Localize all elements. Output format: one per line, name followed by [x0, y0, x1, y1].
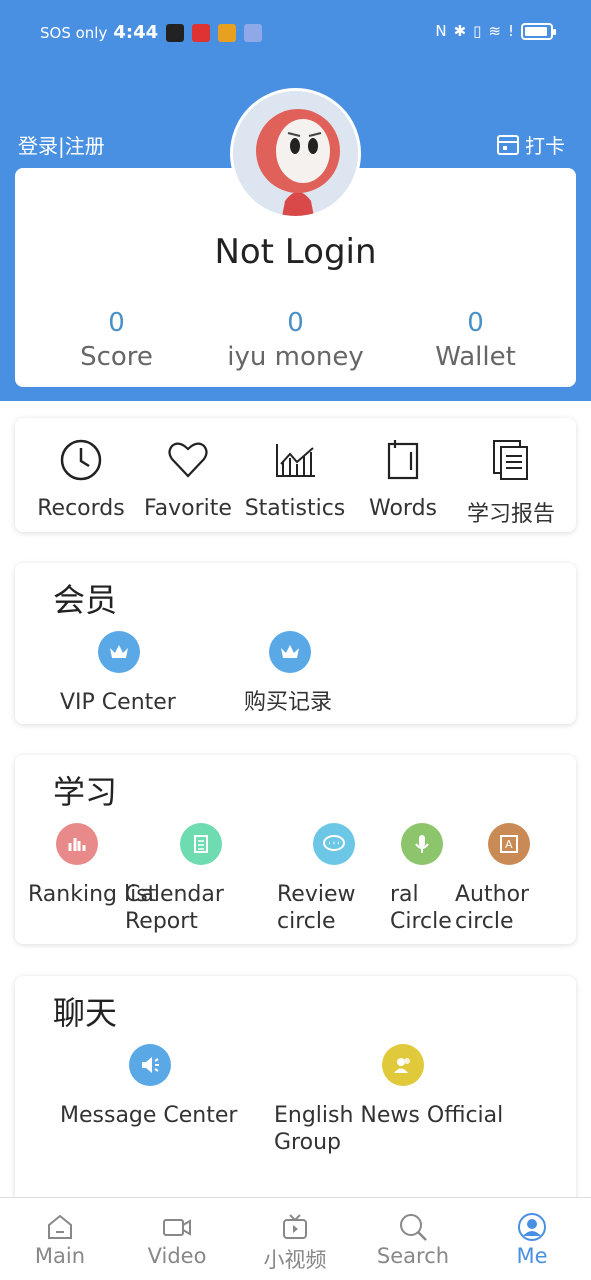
notification-icon: [218, 23, 237, 42]
notification-icon: [192, 23, 211, 42]
tab-short-video[interactable]: 小视频: [236, 1212, 354, 1274]
vibrate-icon: ▯: [473, 22, 482, 40]
quick-actions-card: Records Favorite Statistics Words 学习报告: [15, 418, 576, 532]
report-icon: [493, 440, 528, 480]
bar-chart-icon[interactable]: [56, 823, 98, 865]
microphone-icon[interactable]: [401, 823, 443, 865]
study-report-button[interactable]: 学习报告: [455, 438, 567, 528]
section-title: 学习: [53, 773, 118, 811]
video-icon: [163, 1219, 191, 1236]
stat-iyu-money[interactable]: 0 iyu money: [202, 308, 389, 372]
checkin-label: 打卡: [525, 134, 565, 158]
tv-icon: [283, 1214, 307, 1239]
status-bar: SOS only 4:44 N ✱ ▯ ≋ !: [0, 0, 591, 66]
mascot-avatar-icon: [233, 91, 358, 216]
tab-label: Video: [147, 1244, 207, 1268]
oral-circle-link[interactable]: ral Circle: [390, 881, 455, 935]
stat-label: Wallet: [435, 342, 516, 372]
tab-label: Main: [34, 1244, 86, 1268]
avatar[interactable]: [230, 88, 361, 219]
stat-value: 0: [467, 308, 484, 338]
notification-icon: [166, 23, 185, 42]
bluetooth-icon: ✱: [453, 22, 467, 40]
clock: 4:44: [113, 22, 159, 43]
status-left: SOS only 4:44: [40, 22, 263, 43]
notebook-icon: [387, 440, 419, 480]
username[interactable]: Not Login: [15, 232, 576, 272]
search-icon: [400, 1214, 427, 1241]
tab-search[interactable]: Search: [354, 1212, 472, 1268]
home-icon: [48, 1214, 72, 1239]
crown-icon[interactable]: [269, 631, 311, 673]
favorite-button[interactable]: Favorite: [132, 438, 244, 521]
study-card: 学习 Ranking list Calendar Report Review c…: [15, 755, 576, 944]
alert-icon: !: [507, 22, 514, 40]
chat-bubble-icon[interactable]: [313, 823, 355, 865]
message-center-link[interactable]: Message Center: [60, 1102, 237, 1129]
tab-video[interactable]: Video: [118, 1212, 236, 1268]
speaker-icon[interactable]: [129, 1044, 171, 1086]
author-circle-link[interactable]: Author circle: [455, 881, 545, 935]
statistics-button[interactable]: Statistics: [239, 438, 351, 521]
nfc-icon: N: [435, 22, 447, 40]
stat-value: 0: [108, 308, 125, 338]
stat-value: 0: [287, 308, 304, 338]
carrier-text: SOS only: [40, 23, 108, 42]
stat-wallet[interactable]: 0 Wallet: [382, 308, 569, 372]
tab-label: 小视频: [263, 1248, 327, 1272]
login-register-link[interactable]: 登录|注册: [18, 130, 105, 159]
clock-icon: [60, 439, 102, 481]
statistics-label: Statistics: [244, 496, 346, 521]
group-icon[interactable]: [382, 1044, 424, 1086]
vip-center-link[interactable]: VIP Center: [60, 689, 176, 716]
section-title: 会员: [53, 581, 118, 619]
review-circle-link[interactable]: Review circle: [277, 881, 367, 935]
tab-me[interactable]: Me: [473, 1212, 591, 1268]
tab-label: Me: [516, 1244, 548, 1268]
notification-icon: [244, 23, 263, 42]
heart-icon: [168, 442, 208, 478]
words-button[interactable]: Words: [347, 438, 459, 521]
member-card: 会员 VIP Center 购买记录: [15, 563, 576, 724]
author-icon[interactable]: A: [488, 823, 530, 865]
status-right: N ✱ ▯ ≋ !: [435, 22, 556, 40]
wifi-icon: ≋: [488, 22, 501, 40]
records-label: Records: [37, 496, 125, 521]
words-label: Words: [368, 496, 437, 521]
favorite-label: Favorite: [144, 496, 232, 521]
stat-score[interactable]: 0 Score: [23, 308, 210, 372]
clipboard-icon[interactable]: [180, 823, 222, 865]
section-title: 聊天: [53, 994, 118, 1032]
svg-text:A: A: [505, 838, 513, 851]
chat-card: 聊天 Message Center English News Official …: [15, 976, 576, 1216]
user-icon: [518, 1213, 546, 1241]
calendar-report-link[interactable]: Calendar Report: [125, 881, 235, 935]
tab-main[interactable]: Main: [1, 1212, 119, 1268]
english-news-group-link[interactable]: English News Official Group: [274, 1102, 534, 1156]
tab-label: Search: [376, 1244, 450, 1268]
study-report-label: 学习报告: [466, 502, 555, 527]
calendar-icon: [497, 134, 519, 155]
stat-label: iyu money: [227, 342, 364, 372]
battery-icon: [521, 22, 556, 40]
chart-icon: [276, 444, 315, 477]
crown-icon[interactable]: [98, 631, 140, 673]
stat-label: Score: [80, 342, 153, 372]
purchase-history-link[interactable]: 购买记录: [244, 689, 332, 716]
records-button[interactable]: Records: [25, 438, 137, 521]
checkin-button[interactable]: 打卡: [497, 130, 565, 159]
bottom-tab-bar: Main Video 小视频 Search Me: [0, 1197, 591, 1280]
